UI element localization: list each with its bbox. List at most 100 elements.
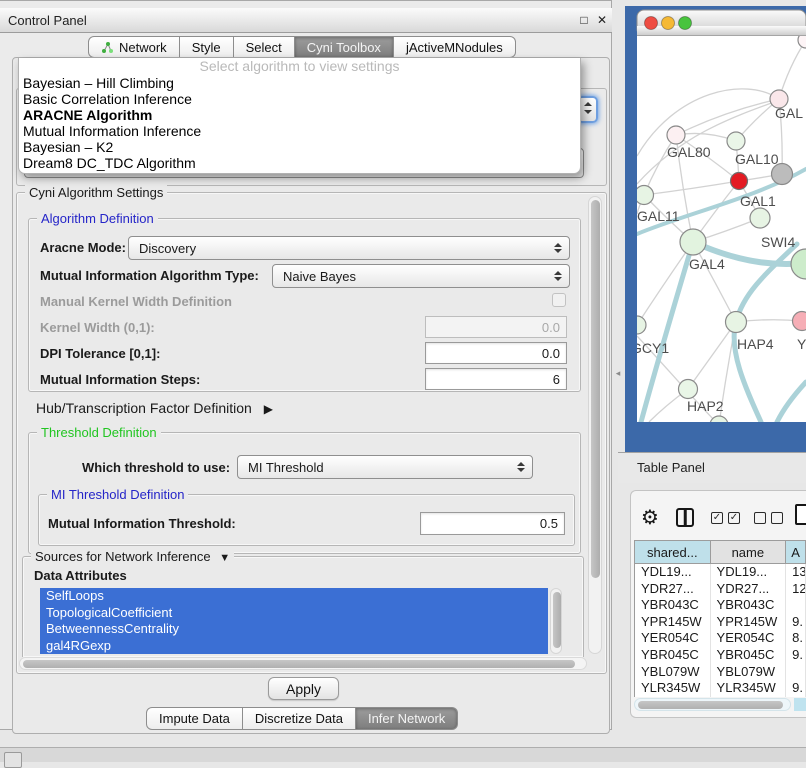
mi-threshold-group-title: MI Threshold Definition [47,487,188,502]
table-cell: YBR043C [635,597,711,614]
table-cell: 12 [786,581,806,598]
new-table-icon[interactable] [795,504,806,525]
attributes-scrollbar[interactable] [550,588,562,654]
combo-stepper-icon [517,462,525,472]
table-row[interactable]: YBL079WYBL079W [635,664,806,681]
status-bar [0,747,806,762]
attribute-list-item[interactable]: gal4RGexp [40,638,548,655]
cyni-settings-group-title: Cyni Algorithm Settings [25,185,167,200]
table-row[interactable]: YPR145WYPR145W9. [635,614,806,631]
manual-kernel-checkbox[interactable] [552,293,566,307]
algorithm-option[interactable]: ARACNE Algorithm [19,107,580,123]
table-cell: YBL079W [635,664,711,681]
which-threshold-value: MI Threshold [248,460,324,475]
mi-steps-label: Mutual Information Steps: [40,372,200,387]
algorithm-dropdown-popup: Select algorithm to view settings Bayesi… [18,58,581,174]
close-traffic-icon[interactable] [645,17,658,30]
control-panel-titlebar [0,8,612,33]
zoom-traffic-icon[interactable] [679,17,692,30]
gear-icon[interactable]: ⚙ [641,505,659,530]
table-header-row: shared...nameA [635,541,806,564]
tab-cyni-toolbox[interactable]: Cyni Toolbox [295,36,394,58]
algorithm-option[interactable]: Basic Correlation Inference [19,91,580,107]
apply-button[interactable]: Apply [268,677,339,700]
network-node-label: GAL [775,105,803,121]
network-node[interactable] [793,312,806,331]
mi-threshold-input[interactable]: 0.5 [420,512,565,535]
table-cell: YER054C [635,630,711,647]
mi-steps-input[interactable]: 6 [425,368,567,390]
which-threshold-combo[interactable]: MI Threshold [237,455,533,479]
network-node[interactable] [727,132,745,150]
tab-network[interactable]: Network [88,36,180,58]
table-cell [786,664,806,681]
column-header[interactable]: A [786,541,806,564]
tab-label: Style [192,40,221,55]
algorithm-option[interactable]: Dream8 DC_TDC Algorithm [19,155,580,171]
table-row[interactable]: YBR045CYBR045C9. [635,647,806,664]
apply-button-label: Apply [286,681,321,697]
tab-infer-network[interactable]: Infer Network [356,707,458,730]
table-row[interactable]: YLR345WYLR345W9. [635,680,806,697]
settings-vertical-scrollbar[interactable] [588,196,602,654]
data-attributes-list[interactable]: SelfLoopsTopologicalCoefficientBetweenne… [40,588,548,654]
table-row[interactable]: YDL19...YDL19...13 [635,564,806,581]
settings-vertical-scrollbar-thumb[interactable] [591,200,600,578]
tab-select[interactable]: Select [234,36,295,58]
combo-up-arrow-icon [584,102,592,106]
algorithm-option[interactable]: Bayesian – K2 [19,139,580,155]
mi-type-combo[interactable]: Naive Bayes [272,264,570,288]
settings-horizontal-scrollbar-thumb[interactable] [23,660,575,668]
algorithm-option[interactable]: Bayesian – Hill Climbing [19,75,580,91]
network-node[interactable] [731,173,748,190]
network-node[interactable] [635,186,654,205]
column-header[interactable]: shared... [635,541,711,564]
node-attribute-table[interactable]: shared...nameAYDL19...YDL19...13YDR27...… [634,540,806,697]
tab-style[interactable]: Style [180,36,234,58]
attributes-scrollbar-thumb[interactable] [553,592,561,648]
attribute-list-item[interactable]: SelfLoops [40,588,548,605]
table-cell: YDR27... [711,581,787,598]
tab-discretize-data[interactable]: Discretize Data [243,707,356,730]
tab-jactivemnodules[interactable]: jActiveMNodules [394,36,516,58]
dpi-tolerance-input[interactable]: 0.0 [425,342,567,364]
tab-impute-data[interactable]: Impute Data [146,707,243,730]
network-node[interactable] [750,208,770,228]
checked-box-icon[interactable]: ✓ [711,512,723,524]
table-row[interactable]: YDR27...YDR27...12 [635,581,806,598]
checked-box-icon[interactable]: ✓ [728,512,740,524]
table-cell: YBR045C [635,647,711,664]
threshold-definition-title: Threshold Definition [37,425,161,440]
network-node[interactable] [680,229,706,255]
splitter-collapse-icon[interactable]: ◂ [612,366,624,380]
sources-group-title[interactable]: Sources for Network Inference ▼ [31,549,234,564]
unchecked-box-icon[interactable] [771,512,783,524]
column-header[interactable]: name [711,541,787,564]
table-horizontal-scrollbar[interactable] [634,698,791,711]
mi-threshold-value: 0.5 [540,516,558,531]
split-table-icon[interactable] [676,508,694,527]
tab-label: Infer Network [368,711,445,726]
attribute-list-item[interactable]: BetweennessCentrality [40,621,548,638]
attribute-list-item[interactable]: TopologicalCoefficient [40,605,548,622]
table-cell: 9. [786,647,806,664]
kernel-width-label: Kernel Width (0,1): [40,320,155,335]
algorithm-option[interactable]: Mutual Information Inference [19,123,580,139]
aracne-mode-combo[interactable]: Discovery [128,236,570,260]
float-window-icon[interactable]: □ [576,12,592,28]
network-node[interactable] [667,126,685,144]
collapsed-panel-icon[interactable] [4,752,22,768]
minimize-traffic-icon[interactable] [662,17,675,30]
close-window-icon[interactable]: ✕ [594,12,610,28]
network-node[interactable] [726,312,747,333]
unchecked-box-icon[interactable] [754,512,766,524]
table-horizontal-scrollbar-thumb[interactable] [638,701,783,709]
table-row[interactable]: YBR043CYBR043C [635,597,806,614]
network-view-window[interactable]: GALGAL80GAL10GAL1GAL11SWI4GAL4GCY1HAP4YH… [625,6,806,452]
kernel-width-input[interactable]: 0.0 [425,316,567,338]
settings-horizontal-scrollbar[interactable] [19,657,587,670]
hub-definition-toggle[interactable]: Hub/Transcription Factor Definition ▶ [36,400,273,416]
table-cell: YBR043C [711,597,787,614]
table-row[interactable]: YER054CYER054C8. [635,630,806,647]
network-node[interactable] [679,380,698,399]
